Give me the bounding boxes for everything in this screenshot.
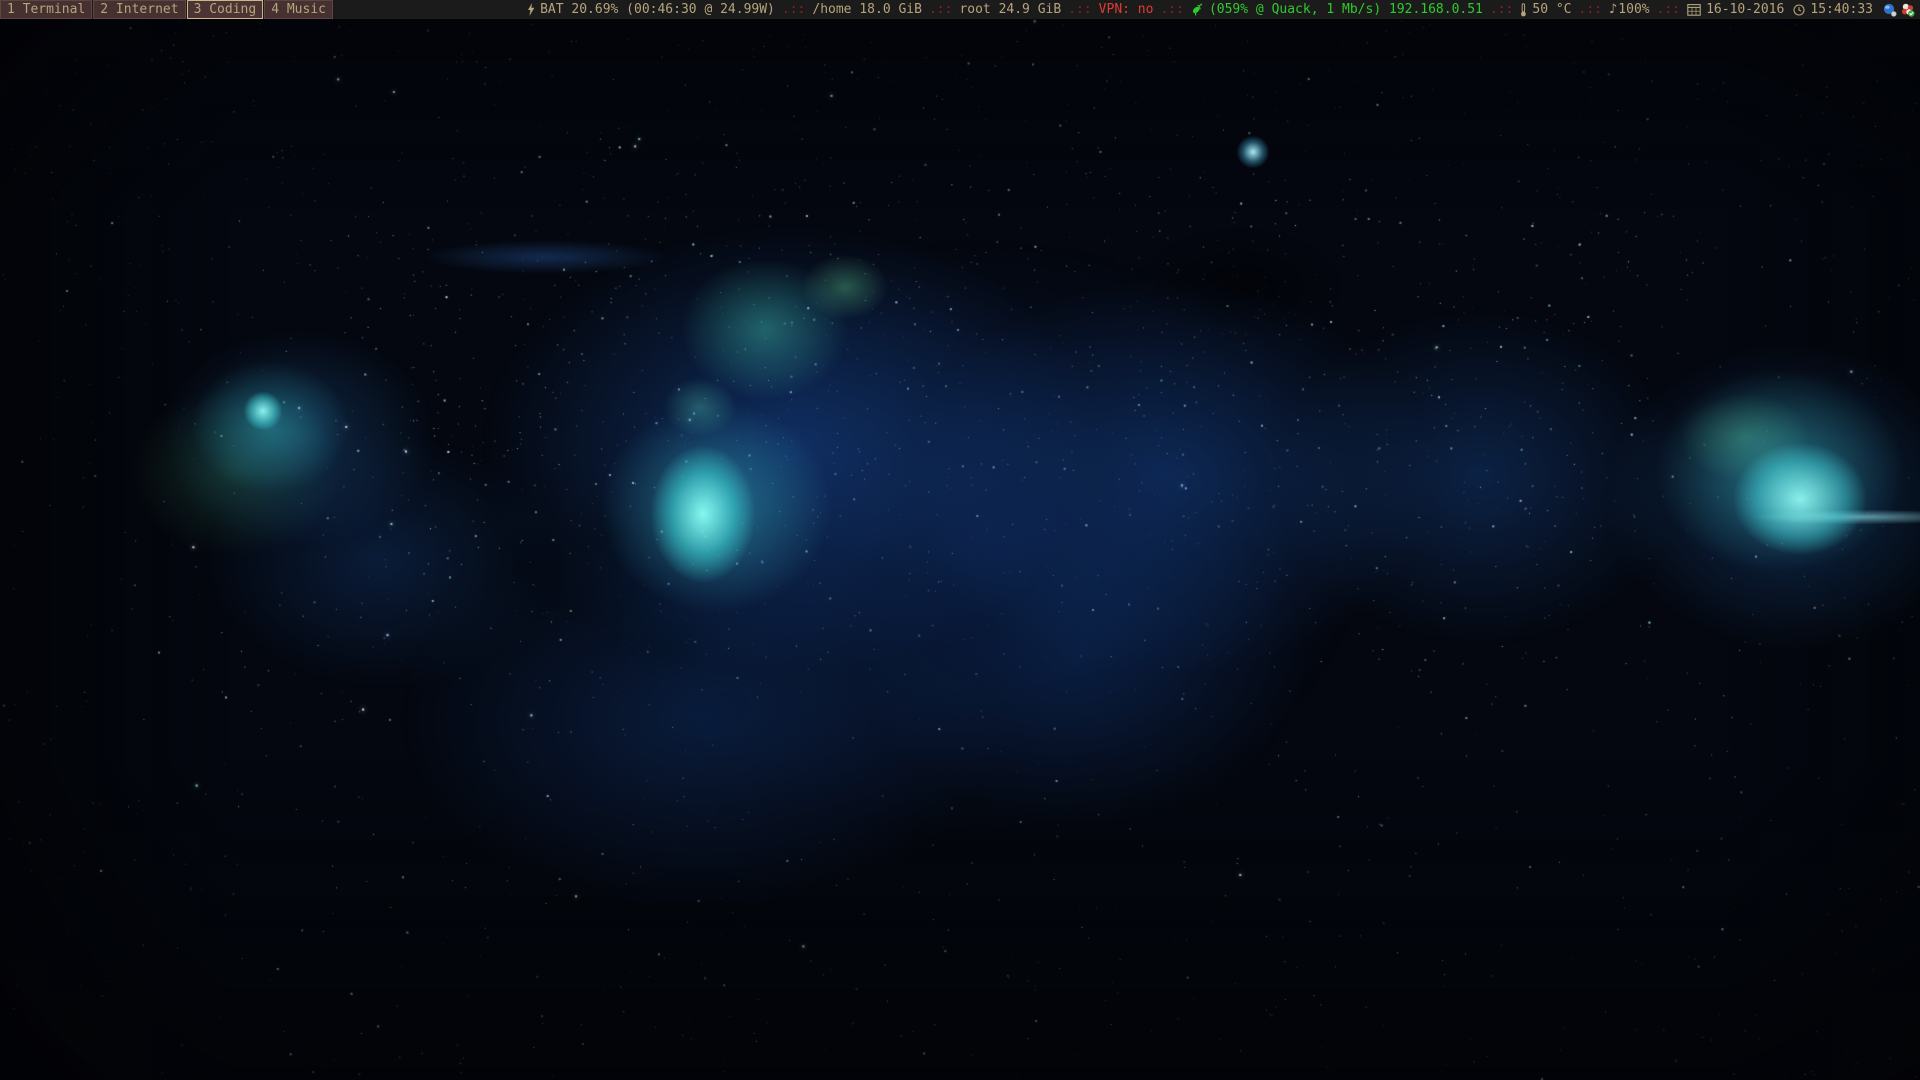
separator: .:: [1657, 0, 1680, 19]
separator: .:: [782, 0, 805, 19]
tray-bulb-icon[interactable] [1883, 3, 1897, 17]
volume-status: ♪ 100% [1609, 0, 1650, 19]
workspace-button-coding[interactable]: 3 Coding [187, 0, 264, 19]
desktop: 1 Terminal 2 Internet 3 Coding 4 Music B… [0, 0, 1920, 1080]
workspace-button-terminal[interactable]: 1 Terminal [0, 0, 92, 19]
system-tray [1883, 3, 1915, 17]
wallpaper-nebula [0, 19, 1920, 1080]
satellite-dish-icon [1191, 3, 1204, 16]
clock-icon [1793, 4, 1805, 16]
separator: .:: [929, 0, 952, 19]
network-text: (059% @ Quack, 1 Mb/s) 192.168.0.51 [1209, 0, 1483, 19]
status-bar: 1 Terminal 2 Internet 3 Coding 4 Music B… [0, 0, 1920, 19]
disk-home-text: /home 18.0 GiB [812, 0, 922, 19]
separator: .:: [1160, 0, 1183, 19]
battery-status: BAT 20.69% (00:46:30 @ 24.99W) [527, 0, 775, 19]
tray-updates-icon[interactable] [1901, 3, 1915, 17]
workspace-button-music[interactable]: 4 Music [264, 0, 333, 19]
battery-text: BAT 20.69% (00:46:30 @ 24.99W) [540, 0, 775, 19]
vpn-text: VPN: no [1099, 0, 1154, 19]
calendar-icon [1687, 3, 1701, 16]
nebula-clouds [0, 19, 1920, 1080]
music-note-icon: ♪ [1609, 0, 1617, 19]
network-status: (059% @ Quack, 1 Mb/s) 192.168.0.51 [1191, 0, 1483, 19]
temperature-status: 50 °C [1520, 0, 1571, 19]
thermometer-icon [1520, 3, 1527, 17]
temperature-text: 50 °C [1532, 0, 1571, 19]
disk-home-status: /home 18.0 GiB [812, 0, 922, 19]
time-text: 15:40:33 [1810, 0, 1873, 19]
date-status: 16-10-2016 [1687, 0, 1784, 19]
lightning-icon [527, 3, 535, 16]
time-status: 15:40:33 [1793, 0, 1873, 19]
disk-root-status: root 24.9 GiB [959, 0, 1061, 19]
disk-root-text: root 24.9 GiB [959, 0, 1061, 19]
separator: .:: [1490, 0, 1513, 19]
separator: .:: [1579, 0, 1602, 19]
volume-text: 100% [1618, 0, 1649, 19]
workspace-switcher: 1 Terminal 2 Internet 3 Coding 4 Music [0, 0, 333, 19]
separator: .:: [1068, 0, 1091, 19]
status-segments: BAT 20.69% (00:46:30 @ 24.99W) .:: /home… [527, 0, 1873, 19]
date-text: 16-10-2016 [1706, 0, 1784, 19]
vpn-status: VPN: no [1099, 0, 1154, 19]
workspace-button-internet[interactable]: 2 Internet [93, 0, 185, 19]
